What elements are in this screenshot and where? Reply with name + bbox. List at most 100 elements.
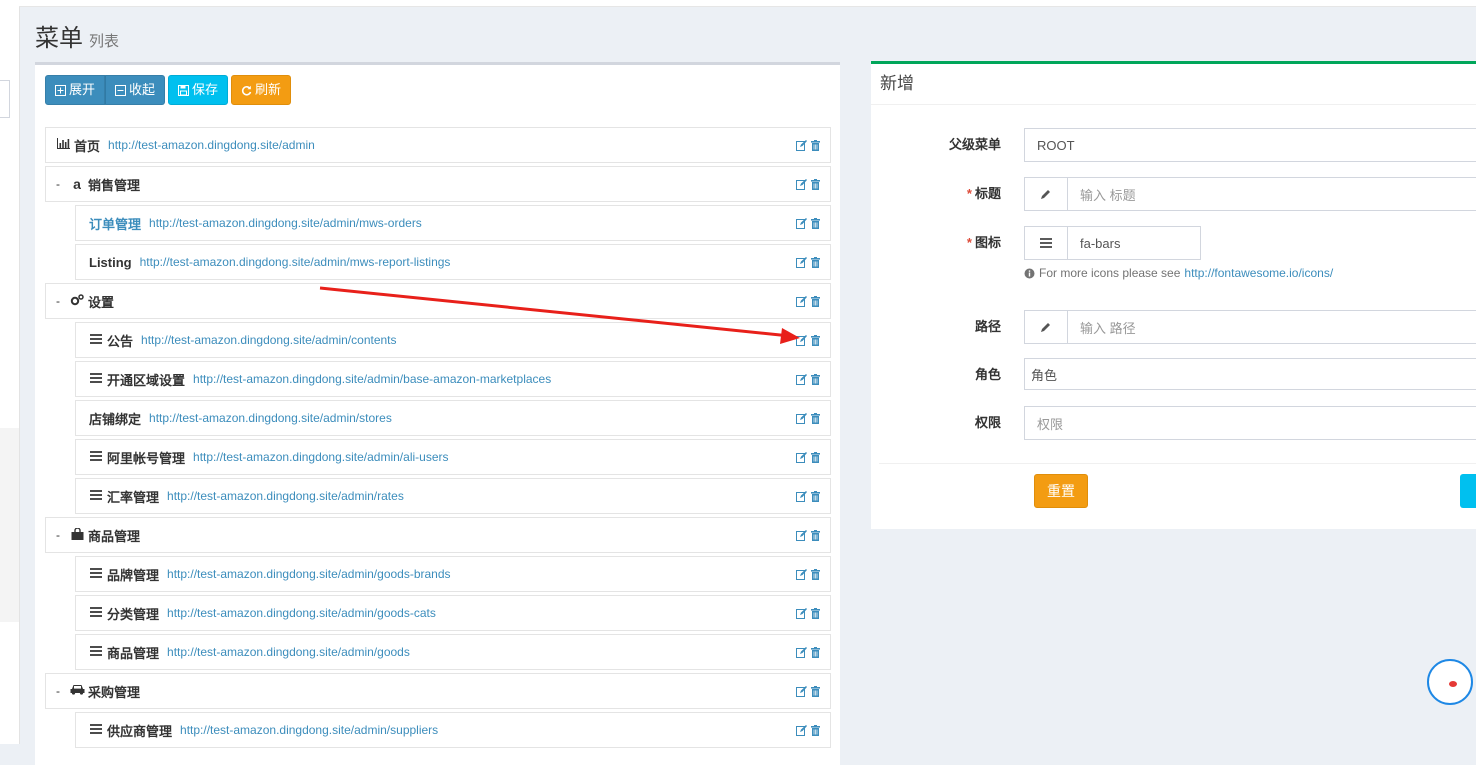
trash-icon[interactable] <box>810 529 821 544</box>
tree-item[interactable]: 公告 http://test-amazon.dingdong.site/admin… <box>75 322 831 358</box>
tree-item[interactable]: 阿里帐号管理 http://test-amazon.dingdong.site/a… <box>75 439 831 475</box>
tree-item-uri[interactable]: http://test-amazon.dingdong.site/admin/c… <box>141 333 397 347</box>
edit-icon[interactable] <box>796 646 807 661</box>
tree-item-uri[interactable]: http://test-amazon.dingdong.site/admin/g… <box>167 645 410 659</box>
trash-icon[interactable] <box>810 490 821 505</box>
title-input[interactable]: 输入 标题 <box>1024 177 1476 211</box>
trash-icon[interactable] <box>810 724 821 739</box>
edit-icon[interactable] <box>796 295 807 310</box>
edit-icon[interactable] <box>796 256 807 271</box>
tree-item[interactable]: Listing http://test-amazon.dingdong.site/… <box>75 244 831 280</box>
tree-item-uri[interactable]: http://test-amazon.dingdong.site/admin/g… <box>167 606 436 620</box>
edit-icon[interactable] <box>796 490 807 505</box>
shopping-bag-icon <box>70 526 84 543</box>
tree-item-actions <box>796 295 821 310</box>
tree-item[interactable]: 分类管理 http://test-amazon.dingdong.site/adm… <box>75 595 831 631</box>
edit-icon[interactable] <box>796 529 807 544</box>
tree-item-title: Listing <box>89 254 132 270</box>
tree-item[interactable]: 品牌管理 http://test-amazon.dingdong.site/adm… <box>75 556 831 592</box>
tree-item-uri[interactable]: http://test-amazon.dingdong.site/admin/b… <box>193 372 551 386</box>
edit-icon[interactable] <box>796 451 807 466</box>
edit-icon[interactable] <box>796 334 807 349</box>
collapse-toggle[interactable]: - <box>56 684 70 698</box>
roles-placeholder: 角色 <box>1031 367 1058 383</box>
tree-item[interactable]: - 采购管理 <box>45 673 831 709</box>
info-circle-icon <box>1024 268 1035 278</box>
tree-item-title: 采购管理 <box>88 684 141 700</box>
edit-icon[interactable] <box>796 178 807 193</box>
edit-icon[interactable] <box>796 412 807 427</box>
trash-icon[interactable] <box>810 373 821 388</box>
tree-item-uri[interactable]: http://test-amazon.dingdong.site/admin/s… <box>180 723 438 737</box>
tree-item[interactable]: 商品管理 http://test-amazon.dingdong.site/adm… <box>75 634 831 670</box>
parent-select[interactable]: ROOT <box>1024 128 1476 162</box>
trash-icon[interactable] <box>810 451 821 466</box>
tree-item-title: 首页 <box>74 138 101 154</box>
trash-icon[interactable] <box>810 646 821 661</box>
bars-icon <box>89 333 103 347</box>
uri-input[interactable]: 输入 路径 <box>1024 310 1476 344</box>
tree-item-title: 供应商管理 <box>107 723 173 739</box>
reset-button[interactable]: 重置 <box>1034 474 1088 508</box>
edit-icon[interactable] <box>796 568 807 583</box>
edit-icon[interactable] <box>796 217 807 232</box>
fontawesome-link[interactable]: http://fontawesome.io/icons/ <box>1184 266 1333 280</box>
edit-icon[interactable] <box>796 685 807 700</box>
tree-item-uri[interactable]: http://test-amazon.dingdong.site/admin/r… <box>167 489 404 503</box>
save-button[interactable]: 保存 <box>168 75 229 105</box>
tree-item-title: 店铺绑定 <box>89 411 142 427</box>
tree-item[interactable]: 汇率管理 http://test-amazon.dingdong.site/adm… <box>75 478 831 514</box>
refresh-button[interactable]: 刷新 <box>231 75 292 105</box>
icon-picker-input[interactable]: fa-bars <box>1024 226 1201 260</box>
trash-icon[interactable] <box>810 568 821 583</box>
tree-item-uri[interactable]: http://test-amazon.dingdong.site/admin/m… <box>140 255 451 269</box>
collapse-toggle[interactable]: - <box>56 528 70 542</box>
collapse-toggle[interactable]: - <box>56 177 70 191</box>
trash-icon[interactable] <box>810 295 821 310</box>
expand-button[interactable]: 展开 <box>45 75 106 105</box>
tree-item-uri[interactable]: http://test-amazon.dingdong.site/admin/a… <box>193 450 448 464</box>
trash-icon[interactable] <box>810 412 821 427</box>
edit-icon[interactable] <box>796 373 807 388</box>
tree-item[interactable]: 首页 http://test-amazon.dingdong.site/admin <box>45 127 831 163</box>
trash-icon[interactable] <box>810 334 821 349</box>
permission-placeholder: 权限 <box>1037 416 1064 432</box>
trash-icon[interactable] <box>810 139 821 154</box>
floating-assist-button[interactable] <box>1427 659 1473 705</box>
create-menu-box: 新增 父级菜单 ROOT * 标题 输入 标题 * 图标 fa-bars For m… <box>871 61 1476 529</box>
collapse-button[interactable]: 收起 <box>105 75 166 105</box>
pencil-icon <box>1025 178 1068 210</box>
tree-item[interactable]: 店铺绑定 http://test-amazon.dingdong.site/adm… <box>75 400 831 436</box>
trash-icon[interactable] <box>810 607 821 622</box>
trash-icon[interactable] <box>810 685 821 700</box>
tree-item[interactable]: - 商品管理 <box>45 517 831 553</box>
sidebar-search-stub[interactable] <box>0 80 10 118</box>
tree-item[interactable]: - a 销售管理 <box>45 166 831 202</box>
collapse-toggle[interactable]: - <box>56 294 70 308</box>
bars-icon <box>89 645 103 659</box>
tree-item-title: 汇率管理 <box>107 489 160 505</box>
trash-icon[interactable] <box>810 178 821 193</box>
tree-item[interactable]: 开通区域设置 http://test-amazon.dingdong.site/a… <box>75 361 831 397</box>
tree-item-title: 分类管理 <box>107 606 160 622</box>
roles-select[interactable]: 角色 <box>1024 358 1476 390</box>
tree-item-actions <box>796 412 821 427</box>
expand-label: 展开 <box>69 82 96 97</box>
bars-icon <box>89 372 103 386</box>
tree-item[interactable]: 订单管理 http://test-amazon.dingdong.site/adm… <box>75 205 831 241</box>
tree-item-title: 品牌管理 <box>107 567 160 583</box>
submit-button[interactable] <box>1460 474 1476 508</box>
tree-item-uri[interactable]: http://test-amazon.dingdong.site/admin/m… <box>149 216 422 230</box>
bars-icon <box>1025 227 1068 259</box>
permission-select[interactable]: 权限 <box>1024 406 1476 440</box>
tree-item[interactable]: 供应商管理 http://test-amazon.dingdong.site/ad… <box>75 712 831 748</box>
trash-icon[interactable] <box>810 217 821 232</box>
tree-item-uri[interactable]: http://test-amazon.dingdong.site/admin/g… <box>167 567 451 581</box>
edit-icon[interactable] <box>796 724 807 739</box>
tree-item-uri[interactable]: http://test-amazon.dingdong.site/admin/s… <box>149 411 392 425</box>
edit-icon[interactable] <box>796 139 807 154</box>
trash-icon[interactable] <box>810 256 821 271</box>
tree-item-uri[interactable]: http://test-amazon.dingdong.site/admin <box>108 138 315 152</box>
tree-item[interactable]: - 设置 <box>45 283 831 319</box>
edit-icon[interactable] <box>796 607 807 622</box>
